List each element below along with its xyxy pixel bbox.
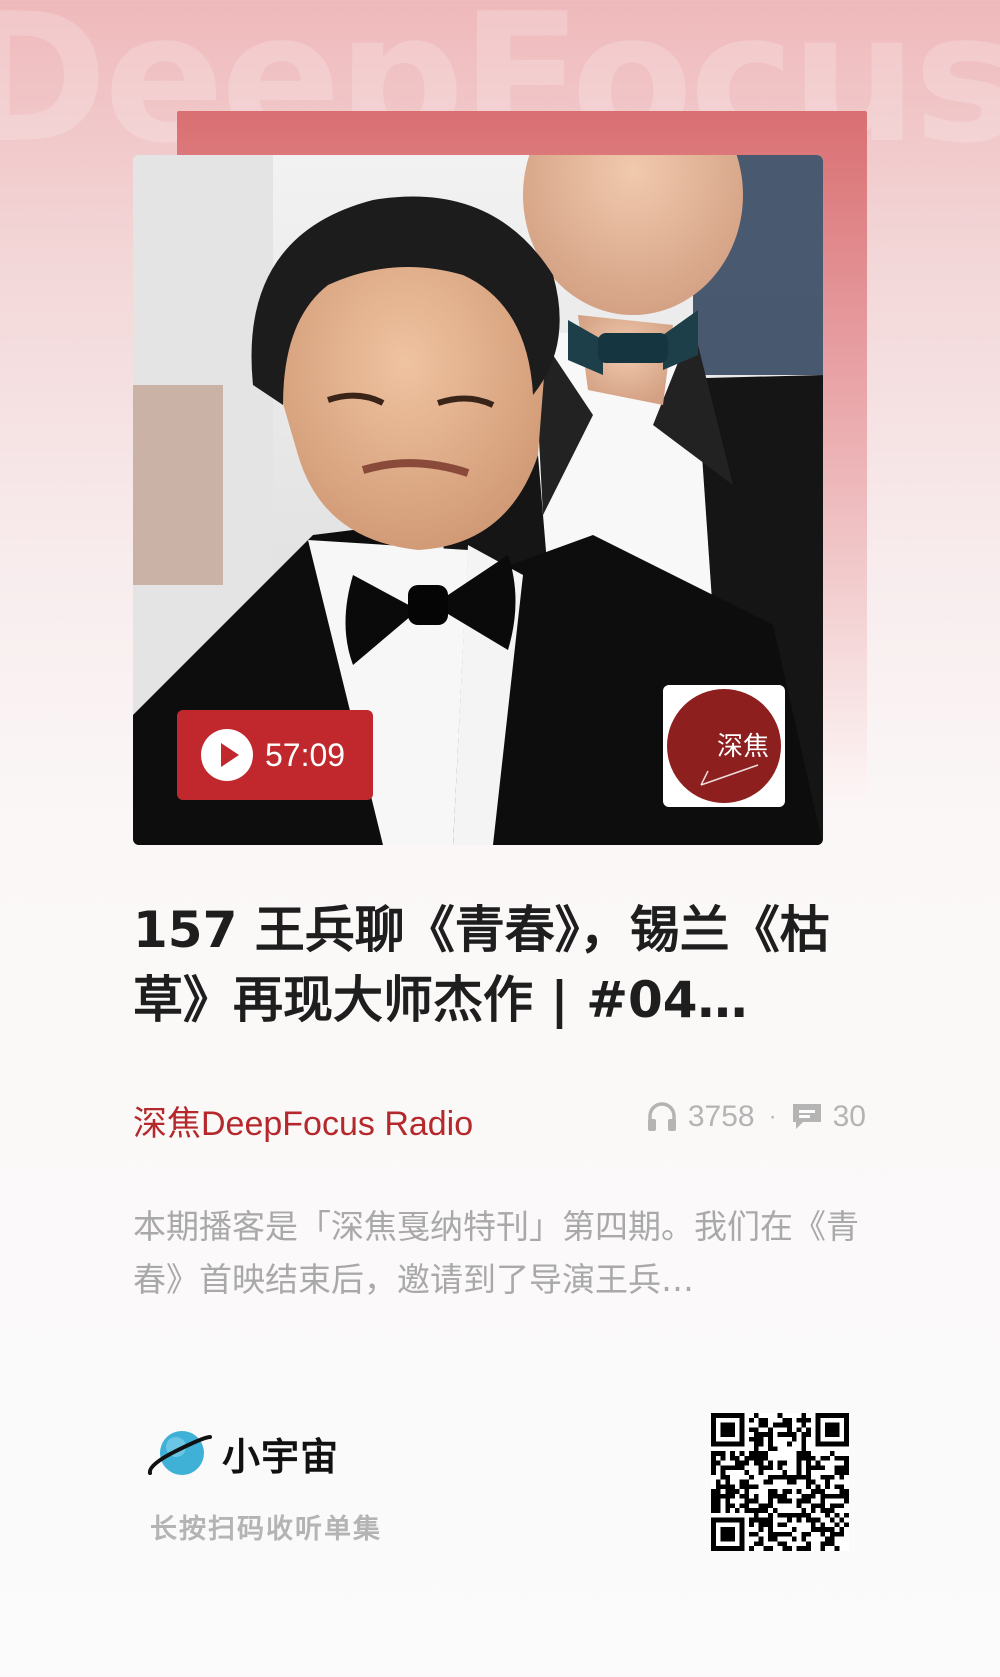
- episode-title: 157 王兵聊《青春》，锡兰《枯草》再现大师杰作 | #04…: [133, 901, 830, 1029]
- podcast-name-link[interactable]: 深焦DeepFocus Radio: [133, 1096, 473, 1145]
- scan-hint: 长按扫码收听单集: [150, 1514, 382, 1545]
- qr-code[interactable]: [711, 1413, 849, 1551]
- planet-logo-icon: [147, 1431, 212, 1475]
- headphones-icon: [647, 1102, 676, 1131]
- episode-duration: 57:09: [265, 736, 346, 773]
- comment-count: 30: [832, 1100, 866, 1133]
- deepfocus-logo-icon: 深焦: [667, 689, 781, 803]
- play-count: 3758: [687, 1100, 755, 1133]
- logo-text: 深焦: [717, 732, 769, 762]
- episode-cover[interactable]: 57:09 深焦: [133, 155, 823, 845]
- podcast-logo: 深焦: [663, 685, 785, 807]
- episode-stats: 3758 · 30: [646, 1100, 866, 1134]
- stats-separator: ·: [768, 1103, 777, 1130]
- episode-description: 本期播客是「深焦戛纳特刊」第四期。我们在《青春》首映结束后，邀请到了导演王兵…: [133, 1207, 859, 1299]
- qr-code-icon: [711, 1413, 849, 1551]
- play-duration-button[interactable]: 57:09: [177, 710, 373, 800]
- comment-icon: [792, 1104, 821, 1129]
- play-icon: [201, 729, 253, 781]
- xiaoyuzhou-brand: 小宇宙: [146, 1425, 339, 1481]
- brand-name: 小宇宙: [222, 1434, 340, 1479]
